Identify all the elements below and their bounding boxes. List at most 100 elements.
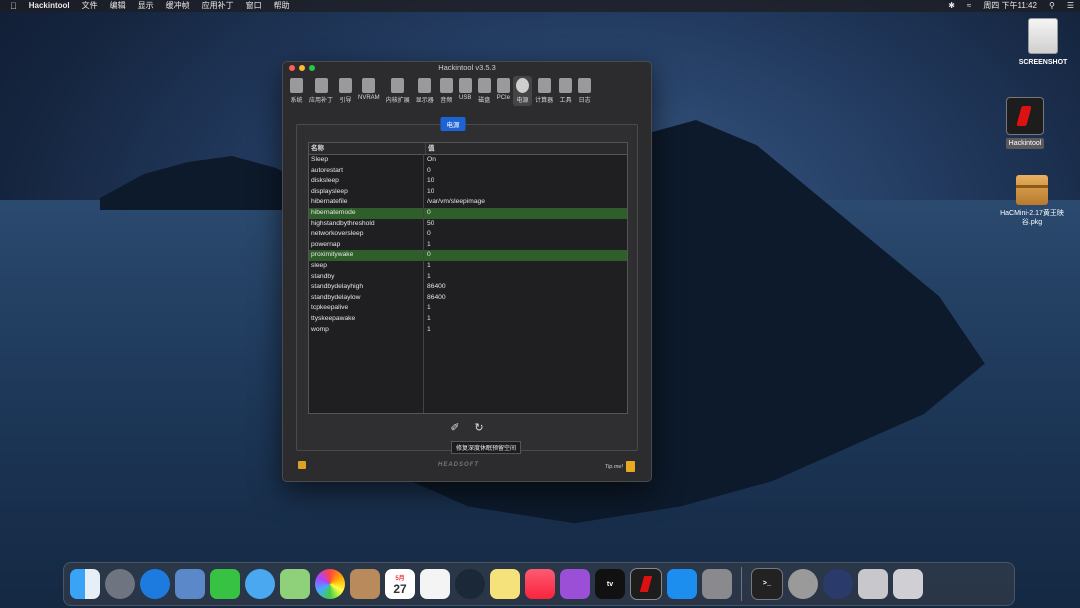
table-row[interactable]: networkoversleep 0 (309, 229, 627, 240)
action-bar: ✐ ↻ (283, 422, 651, 434)
table-row[interactable]: powernap 1 (309, 240, 627, 251)
dock-terminal-icon[interactable]: >_ (751, 568, 783, 600)
zoom-button[interactable] (309, 65, 315, 71)
dock-contacts-icon[interactable] (350, 569, 380, 599)
tab-system[interactable]: 系统 (287, 76, 306, 106)
desktop-icon-pkg[interactable]: HaCMini-2.17黄王映谷.pkg (992, 175, 1072, 228)
dock-hackintool-icon[interactable] (630, 568, 662, 600)
table-row[interactable]: autorestart 0 (309, 166, 627, 177)
table-row[interactable]: ttyskeepawake 1 (309, 314, 627, 325)
refresh-button[interactable]: ↻ (473, 422, 485, 434)
tab-patch[interactable]: 应用补丁 (306, 76, 336, 106)
column-header-value[interactable]: 值 (426, 143, 435, 154)
lock-icon[interactable] (298, 461, 306, 469)
menu-window[interactable]: 窗口 (240, 0, 268, 12)
table-row[interactable]: hibernatemode 0 (309, 207, 627, 219)
dock-calendar-icon[interactable]: 5月 27 (385, 569, 415, 599)
dock-music-icon[interactable] (525, 569, 555, 599)
menu-file[interactable]: 文件 (76, 0, 104, 12)
table-row[interactable]: standbydelaylow 86400 (309, 293, 627, 304)
table-row[interactable]: hibernatefile/var/vm/sleepimage (309, 197, 627, 208)
table-row[interactable]: womp 1 (309, 325, 627, 336)
cell-name: standby (311, 272, 335, 280)
table-row[interactable]: tcpkeepalive 1 (309, 303, 627, 314)
table-row[interactable]: standby 1 (309, 272, 627, 283)
cell-value: 1 (427, 272, 431, 280)
table-row[interactable]: highstandbythreshold 50 (309, 219, 627, 230)
cell-name: disksleep (311, 177, 339, 185)
cell-value: 86400 (427, 293, 446, 301)
kext-box-icon (391, 78, 405, 93)
desktop-icon-screenshot[interactable]: SCREENSHOT (1003, 18, 1080, 68)
dock-maps-icon[interactable] (280, 569, 310, 599)
search-icon[interactable]: ⚲ (1043, 0, 1061, 12)
tab-audio[interactable]: 音频 (437, 76, 456, 106)
dock-reminders-icon[interactable] (420, 569, 450, 599)
tab-nvram[interactable]: NVRAM (355, 76, 383, 106)
dock-system-preferences-icon[interactable] (702, 569, 732, 599)
bluetooth-icon[interactable]: ✱ (942, 0, 961, 12)
tab-calculator[interactable]: 计算器 (532, 76, 556, 106)
column-header-name[interactable]: 名称 (309, 143, 426, 154)
control-center-icon[interactable]: ☰ (1061, 0, 1080, 12)
tab-power[interactable]: 电源 (513, 76, 533, 106)
desktop-icon-hackintool[interactable]: Hackintool (985, 97, 1065, 149)
wifi-icon[interactable]: ≈ (961, 0, 977, 12)
menu-help[interactable]: 帮助 (268, 0, 296, 12)
menu-framebuffer[interactable]: 缓冲帧 (160, 0, 196, 12)
dock-launchpad-icon[interactable] (105, 569, 135, 599)
dock-compressor-icon[interactable] (823, 569, 853, 599)
fix-hibernate-button[interactable]: ✐ (449, 422, 461, 434)
table-row[interactable]: displaysleep 10 (309, 187, 627, 198)
desktop-rock (800, 330, 860, 370)
cell-value: 50 (427, 219, 435, 227)
headsoft-logo[interactable]: HEADSOFT (438, 462, 479, 468)
clock[interactable]: 周四 下午11:42 (977, 0, 1043, 12)
cell-name: displaysleep (311, 187, 348, 195)
cell-value: 1 (427, 261, 431, 269)
apple-icon[interactable]:  (0, 1, 23, 11)
dock-finder-icon[interactable] (70, 569, 100, 599)
tab-pcie[interactable]: PCIe (494, 76, 513, 106)
dock-downloads-icon[interactable] (858, 569, 888, 599)
dock-facetime-icon[interactable] (210, 569, 240, 599)
title-bar[interactable]: Hackintool v3.5.3 (283, 62, 651, 74)
dock-photos-icon[interactable] (315, 569, 345, 599)
dock-trash-icon[interactable] (893, 569, 923, 599)
menu-app-name[interactable]: Hackintool (23, 0, 76, 12)
cell-value: 1 (427, 314, 431, 322)
menu-edit[interactable]: 编辑 (104, 0, 132, 12)
tab-usb[interactable]: USB (456, 76, 475, 106)
dock-podcasts-icon[interactable] (560, 569, 590, 599)
window-footer: HEADSOFT Tip.me! (283, 459, 651, 473)
cell-name: proximitywake (311, 251, 354, 259)
table-row[interactable]: Sleep On (309, 155, 627, 166)
tab-log[interactable]: 日志 (575, 76, 594, 106)
close-button[interactable] (289, 65, 295, 71)
dock-safari-icon[interactable] (140, 569, 170, 599)
dock-tv-icon[interactable]: tv (595, 569, 625, 599)
table-row[interactable]: standbydelayhigh 86400 (309, 282, 627, 293)
dock-appstore-icon[interactable] (667, 569, 697, 599)
tab-display[interactable]: 显示器 (413, 76, 437, 106)
tab-tools[interactable]: 工具 (556, 76, 575, 106)
minimize-button[interactable] (299, 65, 305, 71)
tip-link[interactable]: Tip.me! (605, 461, 635, 472)
tab-boot[interactable]: 引导 (336, 76, 355, 106)
memory-chip-icon (362, 78, 376, 93)
menu-patch[interactable]: 应用补丁 (196, 0, 240, 12)
menu-view[interactable]: 显示 (132, 0, 160, 12)
table-row[interactable]: proximitywake 0 (309, 250, 627, 261)
dock-mail-icon[interactable] (175, 569, 205, 599)
power-settings-table[interactable]: 名称 值 Sleep On autorestart 0 disksleep 10 displ… (308, 142, 628, 414)
dock-disk-utility-icon[interactable] (788, 569, 818, 599)
dock-messages-icon[interactable] (245, 569, 275, 599)
tab-disk[interactable]: 磁盘 (475, 76, 494, 106)
cell-value: /var/vm/sleepimage (427, 198, 485, 206)
table-row[interactable]: sleep 1 (309, 261, 627, 272)
table-row[interactable]: disksleep 10 (309, 176, 627, 187)
dock-steam-icon[interactable] (455, 569, 485, 599)
dock-notes-icon[interactable] (490, 569, 520, 599)
cell-name: standbydelayhigh (311, 283, 364, 291)
tab-kext[interactable]: 内核扩展 (383, 76, 413, 106)
